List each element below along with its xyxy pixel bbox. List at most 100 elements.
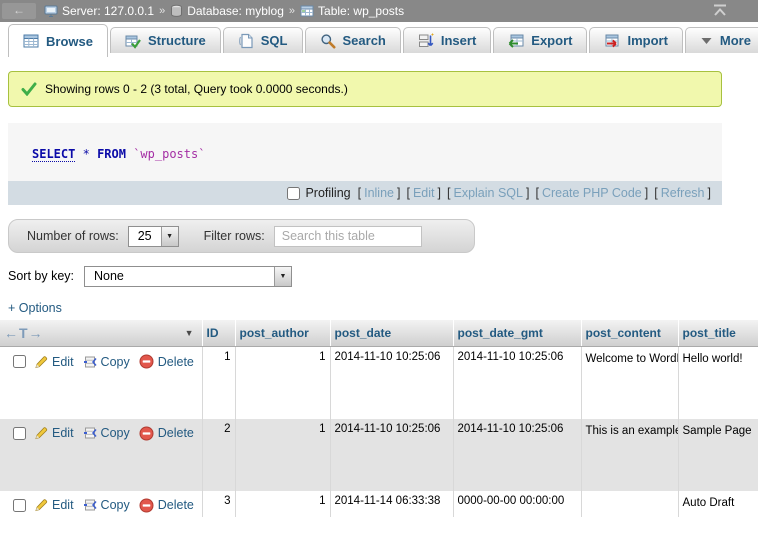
sql-keyword-select[interactable]: SELECT <box>32 147 75 162</box>
sql-keyword-from: FROM <box>97 147 126 161</box>
delete-label: Delete <box>158 426 194 440</box>
sql-icon <box>238 33 254 49</box>
edit-label: Edit <box>52 426 74 440</box>
cell-post-author: 1 <box>235 347 330 419</box>
delete-row-button[interactable]: Delete <box>139 426 194 441</box>
tab-search[interactable]: Search <box>305 27 401 53</box>
structure-icon <box>125 33 141 49</box>
breadcrumb-table-label: Table: wp_posts <box>318 4 404 18</box>
row-select-checkbox[interactable] <box>13 499 26 512</box>
delete-row-button[interactable]: Delete <box>139 498 194 513</box>
tab-more[interactable]: More <box>685 27 758 53</box>
sort-by-key-select[interactable]: None ▼ <box>84 266 292 287</box>
column-header-post-date-gmt[interactable]: post_date_gmt <box>453 320 581 347</box>
edit-row-button[interactable]: Edit <box>34 426 74 440</box>
copy-row-button[interactable]: Copy <box>83 498 130 512</box>
row-select-checkbox[interactable] <box>13 355 26 368</box>
cell-post-content: This is an example page. It's different … <box>581 419 678 491</box>
export-icon <box>508 33 524 49</box>
results-controls-bar: Number of rows: 25 ▼ Filter rows: <box>8 219 475 253</box>
breadcrumb-database-label: Database: myblog <box>187 4 284 18</box>
refresh-link[interactable]: Refresh <box>661 186 705 200</box>
tab-label: SQL <box>261 33 288 48</box>
profiling-checkbox[interactable] <box>287 187 300 200</box>
options-toggle-link[interactable]: + Options <box>8 301 62 315</box>
sort-all-icon[interactable]: ▼ <box>185 328 194 338</box>
bracket: ] <box>526 186 529 200</box>
breadcrumb-server[interactable]: Server: 127.0.0.1 <box>44 4 154 18</box>
bracket: [ <box>358 186 361 200</box>
insert-icon <box>418 33 434 49</box>
sql-star: * <box>83 147 90 161</box>
tab-bar: Browse Structure SQL Search Insert Expor… <box>0 22 758 57</box>
column-header-post-author[interactable]: post_author <box>235 320 330 347</box>
browse-icon <box>23 33 39 49</box>
breadcrumb-database[interactable]: Database: myblog <box>170 4 284 18</box>
cell-post-date: 2014-11-10 10:25:06 <box>330 347 453 419</box>
import-icon <box>604 33 620 49</box>
column-header-post-title[interactable]: post_title <box>678 320 758 347</box>
edit-label: Edit <box>52 498 74 512</box>
explain-sql-link[interactable]: Explain SQL <box>453 186 522 200</box>
cell-post-date: 2014-11-14 06:33:38 <box>330 491 453 517</box>
bracket: [ <box>447 186 450 200</box>
copy-row-button[interactable]: Copy <box>83 355 130 369</box>
sort-by-key-row: Sort by key: None ▼ <box>8 264 758 288</box>
tab-export[interactable]: Export <box>493 27 587 53</box>
cell-id: 1 <box>202 347 235 419</box>
bracket: ] <box>397 186 400 200</box>
column-header-post-date[interactable]: post_date <box>330 320 453 347</box>
chevron-down-icon: ▼ <box>161 227 178 246</box>
tab-structure[interactable]: Structure <box>110 27 221 53</box>
bracket: [ <box>535 186 538 200</box>
tab-browse[interactable]: Browse <box>8 24 108 57</box>
delete-icon <box>139 498 154 513</box>
cell-id: 2 <box>202 419 235 491</box>
header-actions-cell: ←T→ ▼ <box>0 320 202 347</box>
copy-label: Copy <box>101 426 130 440</box>
transpose-arrows-icon[interactable]: ←T→ <box>4 325 44 341</box>
cell-post-title: Hello world! <box>678 347 758 419</box>
copy-row-icon <box>83 426 97 440</box>
inline-link[interactable]: Inline <box>364 186 394 200</box>
cell-post-content: Welcome to WordPress. This is your first… <box>581 347 678 419</box>
copy-row-button[interactable]: Copy <box>83 426 130 440</box>
column-header-post-content[interactable]: post_content <box>581 320 678 347</box>
bracket: ] <box>645 186 648 200</box>
edit-row-button[interactable]: Edit <box>34 355 74 369</box>
success-check-icon <box>21 82 37 96</box>
bracket: [ <box>406 186 409 200</box>
delete-icon <box>139 354 154 369</box>
breadcrumb-server-label: Server: 127.0.0.1 <box>62 4 154 18</box>
copy-row-icon <box>83 355 97 369</box>
breadcrumb-separator: » <box>289 5 295 17</box>
edit-query-link[interactable]: Edit <box>413 186 435 200</box>
filter-rows-label: Filter rows: <box>204 229 265 243</box>
cell-post-date: 2014-11-10 10:25:06 <box>330 419 453 491</box>
row-select-checkbox[interactable] <box>13 427 26 440</box>
tab-label: Import <box>627 33 667 48</box>
edit-row-button[interactable]: Edit <box>34 498 74 512</box>
collapse-icon[interactable] <box>712 3 728 21</box>
profiling-label[interactable]: Profiling <box>305 186 350 200</box>
number-of-rows-select[interactable]: 25 ▼ <box>128 226 179 247</box>
cell-post-title: Sample Page <box>678 419 758 491</box>
breadcrumb-table[interactable]: Table: wp_posts <box>300 4 404 18</box>
chevron-down-icon <box>700 36 713 46</box>
tab-import[interactable]: Import <box>589 27 682 53</box>
filter-rows-input[interactable] <box>274 226 422 247</box>
tab-insert[interactable]: Insert <box>403 27 491 53</box>
breadcrumb: Server: 127.0.0.1 » Database: myblog » T… <box>44 4 404 18</box>
tab-sql[interactable]: SQL <box>223 27 303 53</box>
table-row: Edit Copy Delete <box>0 491 758 517</box>
copy-label: Copy <box>101 498 130 512</box>
status-message: Showing rows 0 - 2 (3 total, Query took … <box>8 71 722 107</box>
column-header-id[interactable]: ID <box>202 320 235 347</box>
cell-post-content <box>581 491 678 517</box>
delete-row-button[interactable]: Delete <box>139 354 194 369</box>
create-php-code-link[interactable]: Create PHP Code <box>542 186 642 200</box>
number-of-rows-label: Number of rows: <box>27 229 119 243</box>
chevron-down-icon: ▼ <box>274 267 291 286</box>
nav-back-button[interactable]: ← <box>2 3 36 19</box>
query-actions-bar: Profiling [ Inline ] [ Edit ] [ Explain … <box>8 181 722 205</box>
